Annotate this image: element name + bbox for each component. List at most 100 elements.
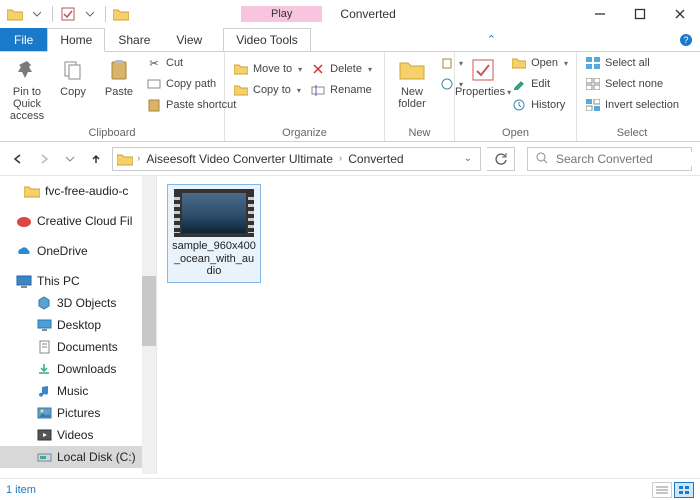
breadcrumb-seg1[interactable]: Aiseesoft Video Converter Ultimate — [144, 152, 335, 166]
desktop-icon — [36, 317, 52, 333]
scissors-icon: ✂ — [146, 55, 162, 71]
open-group-label: Open — [461, 125, 570, 141]
videos-icon — [36, 427, 52, 443]
select-group-label: Select — [583, 125, 681, 141]
nav-item[interactable]: 3D Objects — [0, 292, 156, 314]
address-bar[interactable]: › Aiseesoft Video Converter Ultimate › C… — [112, 147, 481, 171]
refresh-button[interactable] — [487, 147, 515, 171]
paste-icon — [105, 56, 133, 84]
maximize-button[interactable] — [620, 0, 660, 28]
move-to-button[interactable]: Move to — [231, 60, 304, 78]
context-group-label: Play — [241, 6, 322, 22]
disk-icon — [36, 449, 52, 465]
folder-icon — [24, 183, 40, 199]
open-button[interactable]: Open — [509, 54, 570, 72]
nav-item[interactable]: Downloads — [0, 358, 156, 380]
new-folder-button[interactable]: New folder — [391, 54, 433, 112]
this-pc-icon — [16, 273, 32, 289]
qat-dropdown2-icon[interactable] — [81, 5, 99, 23]
close-button[interactable] — [660, 0, 700, 28]
icons-view-button[interactable] — [674, 482, 694, 498]
forward-button[interactable] — [34, 149, 54, 169]
share-tab[interactable]: Share — [105, 28, 163, 51]
back-button[interactable] — [8, 149, 28, 169]
recent-dropdown[interactable] — [60, 149, 80, 169]
rename-button[interactable]: Rename — [308, 81, 374, 99]
search-icon — [534, 151, 550, 167]
nav-scrollbar[interactable] — [142, 176, 156, 474]
folder-icon — [6, 5, 24, 23]
address-dropdown[interactable]: ⌄ — [460, 153, 476, 164]
navigation-pane: fvc-free-audio-c Creative Cloud Fil OneD… — [0, 176, 157, 474]
nav-item[interactable]: fvc-free-audio-c — [0, 180, 156, 202]
home-tab[interactable]: Home — [47, 28, 105, 52]
new-folder-icon — [398, 56, 426, 84]
properties-qat-icon[interactable] — [59, 5, 77, 23]
copy-icon — [59, 56, 87, 84]
breadcrumb-seg2[interactable]: Converted — [346, 152, 405, 166]
select-none-icon — [585, 76, 601, 92]
minimize-button[interactable] — [580, 0, 620, 28]
edit-icon — [511, 76, 527, 92]
nav-item[interactable]: Desktop — [0, 314, 156, 336]
move-to-icon — [233, 61, 249, 77]
copy-to-button[interactable]: Copy to — [231, 81, 304, 99]
select-none-button[interactable]: Select none — [583, 75, 681, 93]
organize-group-label: Organize — [231, 125, 378, 141]
copy-button[interactable]: Copy — [52, 54, 94, 100]
properties-icon — [469, 56, 497, 84]
delete-icon — [310, 61, 326, 77]
qat-dropdown-icon[interactable] — [28, 5, 46, 23]
paste-button[interactable]: Paste — [98, 54, 140, 100]
select-all-button[interactable]: Select all — [583, 54, 681, 72]
copy-path-icon — [146, 76, 162, 92]
video-thumbnail — [174, 189, 254, 237]
nav-item[interactable]: OneDrive — [0, 240, 156, 262]
open-icon — [511, 55, 527, 71]
easy-access-icon — [439, 76, 455, 92]
file-name: sample_960x400_ocean_with_audio — [172, 240, 256, 278]
up-button[interactable] — [86, 149, 106, 169]
rename-icon — [310, 82, 326, 98]
nav-item[interactable]: Pictures — [0, 402, 156, 424]
documents-icon — [36, 339, 52, 355]
pin-to-quick-access-button[interactable]: Pin to Quick access — [6, 54, 48, 124]
onedrive-icon — [16, 243, 32, 259]
nav-item[interactable]: This PC — [0, 270, 156, 292]
video-tools-tab[interactable]: Video Tools — [223, 28, 311, 51]
history-button[interactable]: History — [509, 96, 570, 114]
clipboard-group-label: Clipboard — [6, 125, 218, 141]
file-item[interactable]: sample_960x400_ocean_with_audio — [167, 184, 261, 283]
search-box[interactable] — [527, 147, 692, 171]
downloads-icon — [36, 361, 52, 377]
delete-button[interactable]: Delete — [308, 60, 374, 78]
properties-button[interactable]: Properties — [461, 54, 505, 100]
content-pane[interactable]: sample_960x400_ocean_with_audio — [157, 176, 700, 474]
search-input[interactable] — [556, 152, 700, 166]
window-title: Converted — [340, 7, 395, 21]
nav-item[interactable]: Music — [0, 380, 156, 402]
edit-button[interactable]: Edit — [509, 75, 570, 93]
nav-item[interactable]: Documents — [0, 336, 156, 358]
help-dropdown-icon[interactable]: ⌃ — [477, 28, 505, 51]
svg-text:?: ? — [683, 35, 688, 45]
creative-cloud-icon — [16, 213, 32, 229]
pictures-icon — [36, 405, 52, 421]
invert-selection-icon — [585, 97, 601, 113]
nav-item[interactable]: Creative Cloud Fil — [0, 210, 156, 232]
nav-item[interactable]: Local Disk (C:) — [0, 446, 156, 468]
status-item-count: 1 item — [6, 484, 36, 496]
help-icon[interactable]: ? — [672, 28, 700, 51]
nav-item[interactable]: Videos — [0, 424, 156, 446]
music-icon — [36, 383, 52, 399]
invert-selection-button[interactable]: Invert selection — [583, 96, 681, 114]
folder-address-icon — [117, 151, 133, 167]
pin-icon — [13, 56, 41, 84]
paste-shortcut-icon — [146, 97, 162, 113]
view-tab[interactable]: View — [163, 28, 215, 51]
details-view-button[interactable] — [652, 482, 672, 498]
folder-icon-2 — [112, 5, 130, 23]
select-all-icon — [585, 55, 601, 71]
history-icon — [511, 97, 527, 113]
file-tab[interactable]: File — [0, 28, 47, 51]
